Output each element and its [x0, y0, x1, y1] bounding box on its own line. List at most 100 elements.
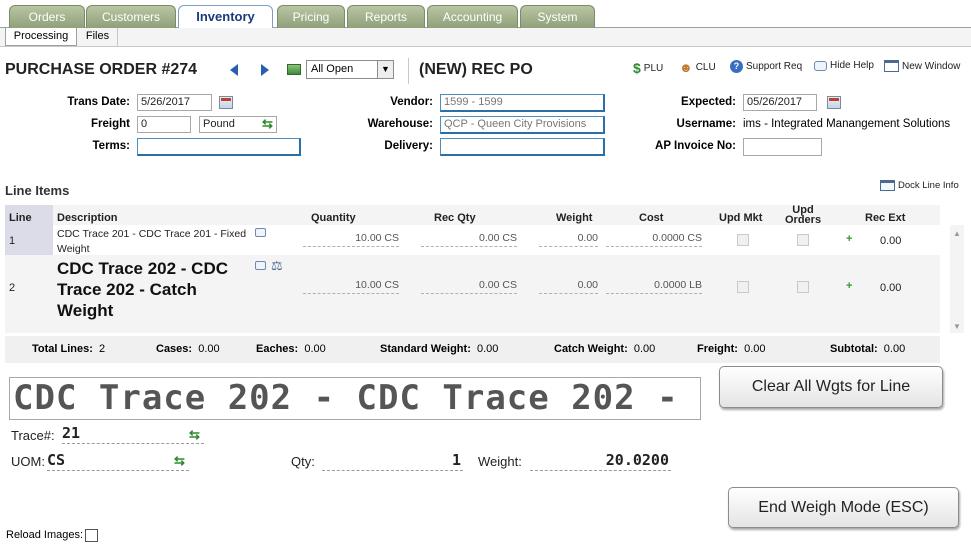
tab-inventory[interactable]: Inventory: [178, 5, 273, 29]
total-standard-weight: Standard Weight: 0.00: [380, 343, 498, 355]
plu-link[interactable]: $ PLU: [633, 60, 663, 76]
col-header-line: Line: [9, 212, 32, 224]
grid-scrollbar[interactable]: ▲ ▼: [950, 225, 964, 333]
row1-cost[interactable]: 0.0000 CS: [606, 232, 702, 247]
uom-input[interactable]: CS: [47, 451, 189, 471]
warehouse-input[interactable]: QCP - Queen City Provisions: [440, 116, 605, 134]
total-cases: Cases: 0.00: [156, 343, 220, 355]
row2-weight[interactable]: 0.00: [539, 279, 598, 294]
next-arrow-icon[interactable]: [261, 64, 269, 76]
expected-date-input[interactable]: 05/26/2017: [743, 94, 817, 111]
calendar-icon[interactable]: [827, 96, 841, 109]
clu-link[interactable]: ☻ CLU: [679, 60, 716, 75]
col-header-rec-qty: Rec Qty: [434, 212, 476, 224]
catch-weight-value: 0.00: [633, 343, 656, 355]
speech-bubble-icon: [814, 60, 827, 71]
hide-help-link[interactable]: Hide Help: [814, 60, 874, 71]
terms-label: Terms:: [92, 140, 131, 152]
new-window-label: New Window: [902, 60, 961, 72]
tab-pricing[interactable]: Pricing: [277, 5, 345, 28]
reload-images-label: Reload Images:: [6, 529, 84, 541]
ap-invoice-input[interactable]: [743, 138, 822, 156]
freight-input[interactable]: 0: [137, 116, 191, 133]
note-icon[interactable]: [255, 228, 266, 237]
trace-input[interactable]: 21: [62, 424, 204, 444]
calendar-icon[interactable]: [219, 96, 233, 109]
reload-images-checkbox[interactable]: [85, 529, 98, 542]
total-subtotal: Subtotal: 0.00: [830, 343, 905, 355]
total-freight: Freight: 0.00: [697, 343, 766, 355]
swap-arrows-icon[interactable]: ⇆: [174, 453, 185, 469]
plu-label: PLU: [643, 62, 664, 74]
row2-add-icon[interactable]: +: [846, 280, 852, 292]
chevron-down-icon: ▼: [377, 61, 393, 78]
tab-reports[interactable]: Reports: [347, 5, 425, 28]
swap-arrows-icon[interactable]: ⇆: [262, 116, 273, 132]
product-display: CDC Trace 202 - CDC Trace 202 - Catch We…: [9, 377, 701, 420]
subtab-processing[interactable]: Processing: [5, 28, 77, 46]
cases-label: Cases:: [156, 343, 193, 355]
username-label: Username:: [676, 118, 736, 130]
col-header-upd-mkt: Upd Mkt: [719, 212, 763, 224]
row1-rec-qty[interactable]: 0.00 CS: [421, 232, 517, 247]
delivery-label: Delivery:: [384, 140, 433, 152]
swap-arrows-icon[interactable]: ⇆: [189, 427, 200, 443]
status-filter-value: All Open: [311, 63, 354, 75]
ap-invoice-label: AP Invoice No:: [655, 140, 736, 152]
row1-upd-mkt-checkbox[interactable]: [737, 234, 749, 246]
terms-input[interactable]: [137, 138, 301, 156]
support-request-link[interactable]: ? Support Req: [730, 60, 802, 73]
note-icon[interactable]: [255, 261, 266, 270]
tab-orders[interactable]: Orders: [9, 5, 85, 28]
scale-icon[interactable]: ⚖: [271, 258, 283, 274]
line-items-title: Line Items: [5, 183, 70, 198]
scroll-down-icon[interactable]: ▼: [953, 322, 961, 331]
qty-input[interactable]: 1: [322, 451, 463, 471]
row1-add-icon[interactable]: +: [846, 233, 852, 245]
row2-upd-orders-checkbox[interactable]: [797, 281, 809, 293]
scroll-up-icon[interactable]: ▲: [953, 229, 961, 238]
row1-upd-orders-checkbox[interactable]: [797, 234, 809, 246]
trans-date-label: Trans Date:: [67, 96, 130, 108]
new-window-link[interactable]: New Window: [884, 60, 960, 72]
delivery-input[interactable]: [440, 138, 605, 156]
row2-quantity[interactable]: 10.00 CS: [303, 279, 399, 294]
row1-rec-ext: 0.00: [880, 235, 902, 247]
hide-help-label: Hide Help: [830, 60, 874, 71]
row2-cost[interactable]: 0.0000 LB: [606, 279, 702, 294]
row2-rec-qty[interactable]: 0.00 CS: [421, 279, 517, 294]
status-filter-select[interactable]: All Open ▼: [306, 60, 394, 79]
end-weigh-mode-button[interactable]: End Weigh Mode (ESC): [728, 487, 959, 528]
standard-weight-value: 0.00: [476, 343, 499, 355]
row2-description: CDC Trace 202 - CDC Trace 202 - Catch We…: [57, 259, 229, 320]
row1-weight[interactable]: 0.00: [539, 232, 598, 247]
rec-title: (NEW) REC PO: [419, 61, 533, 78]
eaches-label: Eaches:: [256, 343, 299, 355]
freight-total-value: 0.00: [744, 343, 766, 355]
dock-line-info-link[interactable]: Dock Line Info: [880, 180, 959, 191]
clear-all-weights-button[interactable]: Clear All Wgts for Line: [719, 366, 943, 408]
header-divider: [408, 58, 409, 84]
subtotal-value: 0.00: [883, 343, 906, 355]
folder-icon: [287, 64, 301, 75]
total-eaches: Eaches: 0.00: [256, 343, 326, 355]
vendor-input[interactable]: 1599 - 1599: [440, 94, 605, 112]
tab-accounting[interactable]: Accounting: [427, 5, 518, 28]
top-tab-bar: Orders Customers Inventory Pricing Repor…: [0, 0, 971, 29]
tab-customers[interactable]: Customers: [86, 5, 176, 28]
row1-quantity[interactable]: 10.00 CS: [303, 232, 399, 247]
dock-line-info-label: Dock Line Info: [898, 180, 959, 191]
prev-arrow-icon[interactable]: [230, 64, 238, 76]
tab-system[interactable]: System: [520, 5, 595, 28]
subtab-files[interactable]: Files: [78, 28, 118, 46]
row2-upd-mkt-checkbox[interactable]: [737, 281, 749, 293]
trans-date-input[interactable]: 5/26/2017: [137, 94, 212, 111]
qty-label: Qty:: [291, 454, 315, 469]
col-header-description: Description: [57, 212, 118, 224]
weight-input[interactable]: 20.0200: [530, 451, 671, 471]
users-icon: ☻: [679, 60, 693, 75]
col-header-cost: Cost: [639, 212, 664, 224]
total-lines-label: Total Lines:: [32, 343, 93, 355]
total-lines: Total Lines: 2: [32, 343, 105, 355]
row1-line: 1: [9, 235, 16, 247]
